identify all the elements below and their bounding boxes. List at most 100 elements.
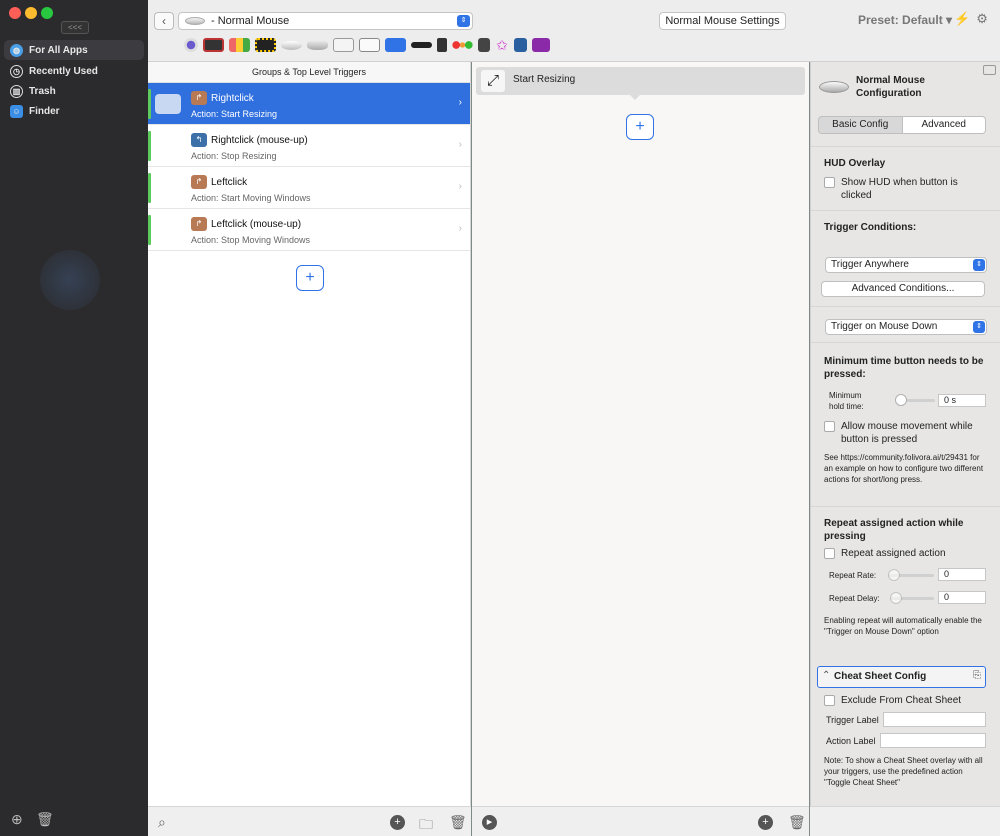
play-button[interactable]: ▸: [482, 815, 497, 830]
show-hud-checkbox[interactable]: [824, 177, 835, 188]
section-heading: Cheat Sheet Config: [834, 671, 927, 682]
exclude-cheat-sheet-checkbox[interactable]: [824, 695, 835, 706]
mouse-gray-icon[interactable]: [307, 40, 328, 50]
sidebar-item-label: Recently Used: [29, 65, 98, 77]
enabled-indicator: [148, 173, 151, 203]
action-pointer: [629, 94, 641, 100]
select-value: Trigger on Mouse Down: [831, 321, 938, 332]
traffic-lights-icon[interactable]: [452, 38, 473, 52]
checkbox-label: Repeat assigned action: [841, 548, 946, 559]
copy-icon[interactable]: ⎘: [973, 670, 981, 681]
zoom-window-button[interactable]: [41, 7, 53, 19]
remote-icon[interactable]: [411, 42, 432, 48]
cheat-sheet-header[interactable]: ⌃ Cheat Sheet Config ⎘: [817, 666, 986, 688]
device-select[interactable]: - Normal Mouse ⇕: [178, 12, 473, 30]
normal-mouse-icon[interactable]: [385, 38, 406, 52]
action-row[interactable]: ⤢ Start Resizing: [476, 67, 805, 95]
min-time-section: Minimum time button needs to be pressed:…: [811, 342, 1000, 484]
keyboard-grid-icon[interactable]: [255, 38, 276, 52]
touchbar-icon[interactable]: [203, 38, 224, 52]
trigger-label-field[interactable]: [883, 712, 986, 727]
close-window-button[interactable]: [9, 7, 21, 19]
trigger-when-select[interactable]: Trigger on Mouse Down ⇕: [825, 319, 987, 335]
triggers-list: Groups & Top Level Triggers ↱ Rightclick…: [148, 62, 471, 806]
click-icon: ↱: [191, 175, 207, 189]
trash-icon[interactable]: 🗑: [449, 814, 467, 831]
allow-movement-checkbox[interactable]: [824, 421, 835, 432]
add-action-circle-button[interactable]: +: [758, 815, 773, 830]
delete-app-button[interactable]: 🗑: [36, 811, 54, 828]
mouse-up-icon: ↰: [191, 133, 207, 147]
device-select-label: - Normal Mouse: [211, 15, 290, 27]
lightning-icon[interactable]: ⚡: [954, 11, 976, 26]
repeat-rate-field[interactable]: 0: [938, 568, 986, 581]
chevron-right-icon: ›: [458, 139, 462, 150]
trigger-action: Action: Start Resizing: [191, 109, 278, 119]
trigger-row[interactable]: ↱ Leftclick (mouse-up) Action: Stop Movi…: [148, 209, 470, 251]
repeat-rate-label: Repeat Rate:: [829, 571, 877, 580]
sidebar-item-finder[interactable]: ☺ Finder: [4, 101, 144, 121]
actions-list: ⤢ Start Resizing +: [472, 62, 809, 806]
advanced-conditions-button[interactable]: Advanced Conditions...: [821, 281, 985, 297]
checkbox-label: Exclude From Cheat Sheet: [841, 695, 962, 706]
search-icon[interactable]: ⌕: [158, 814, 166, 831]
action-label-field[interactable]: [880, 733, 986, 748]
repeat-action-checkbox[interactable]: [824, 548, 835, 559]
section-heading: Trigger Conditions:: [824, 222, 917, 233]
display-icon[interactable]: [532, 38, 550, 52]
preset-label: Preset: Default: [858, 13, 943, 27]
chevron-updown-icon: ⇕: [973, 259, 985, 271]
grid-icon[interactable]: [478, 38, 490, 52]
slider-knob[interactable]: [890, 592, 902, 604]
star-icon[interactable]: ✩: [495, 38, 509, 52]
add-trigger-button[interactable]: +: [296, 265, 324, 291]
checkbox-label: Show HUD when button is clicked: [841, 177, 958, 201]
sidebar-item-recently-used[interactable]: ◷ Recently Used: [4, 61, 144, 81]
preset-selector[interactable]: Preset: Default ▾: [858, 13, 952, 27]
add-app-button[interactable]: ⊕: [11, 811, 23, 828]
trigger-action: Action: Stop Resizing: [191, 151, 277, 161]
add-trigger-circle-button[interactable]: +: [390, 815, 405, 830]
network-icon[interactable]: [514, 38, 527, 52]
trigger-row[interactable]: ↱ Leftclick Action: Start Moving Windows…: [148, 167, 470, 209]
add-action-button[interactable]: +: [626, 114, 654, 140]
trigger-row[interactable]: ↱ Rightclick Action: Start Resizing ›: [148, 83, 470, 125]
hold-time-field[interactable]: 0 s: [938, 394, 986, 407]
trackpad-icon[interactable]: [184, 38, 198, 52]
triggers-bottom-bar: ⌕ + 🗀 🗑: [148, 806, 471, 836]
back-button[interactable]: ‹: [154, 12, 174, 30]
sidebar-item-for-all-apps[interactable]: ◍ For All Apps: [4, 40, 144, 60]
slider-knob[interactable]: [888, 569, 900, 581]
siri-remote-icon[interactable]: [437, 38, 447, 52]
trigger-timing-section: Trigger on Mouse Down ⇕: [811, 306, 1000, 335]
drawing-tablet-icon[interactable]: [359, 38, 380, 52]
stream-deck-icon[interactable]: [229, 38, 250, 52]
keyboard-icon[interactable]: [333, 38, 354, 52]
device-settings-button[interactable]: Normal Mouse Settings: [659, 12, 786, 30]
collapse-sidebar-button[interactable]: <<<: [61, 21, 89, 34]
tab-basic-config[interactable]: Basic Config: [819, 117, 902, 133]
sidebar-item-trash[interactable]: ▥ Trash: [4, 81, 144, 101]
trigger-action: Action: Start Moving Windows: [191, 193, 311, 203]
add-folder-icon[interactable]: 🗀: [419, 814, 433, 836]
clock-icon: ◷: [10, 64, 23, 78]
section-heading: HUD Overlay: [824, 158, 886, 169]
trigger-label-caption: Trigger Label: [826, 715, 879, 725]
background-glow: [40, 250, 100, 310]
trigger-where-select[interactable]: Trigger Anywhere ⇕: [825, 257, 987, 273]
slider-knob[interactable]: [895, 394, 907, 406]
click-icon: ↱: [191, 91, 207, 105]
gear-icon[interactable]: ⚙: [976, 11, 994, 26]
trash-icon: ▥: [10, 84, 23, 98]
trigger-row[interactable]: ↰ Rightclick (mouse-up) Action: Stop Res…: [148, 125, 470, 167]
config-title: Normal Mouse Configuration: [856, 75, 925, 99]
expand-icon[interactable]: [983, 65, 996, 75]
config-panel: Normal Mouse Configuration Basic Config …: [810, 62, 1000, 806]
hold-time-label: Minimum hold time:: [829, 391, 864, 411]
tab-advanced[interactable]: Advanced: [901, 117, 985, 133]
minimize-window-button[interactable]: [25, 7, 37, 19]
magic-mouse-icon[interactable]: [281, 40, 302, 50]
trash-icon[interactable]: 🗑: [788, 814, 806, 831]
click-icon: ↱: [191, 217, 207, 231]
repeat-delay-field[interactable]: 0: [938, 591, 986, 604]
